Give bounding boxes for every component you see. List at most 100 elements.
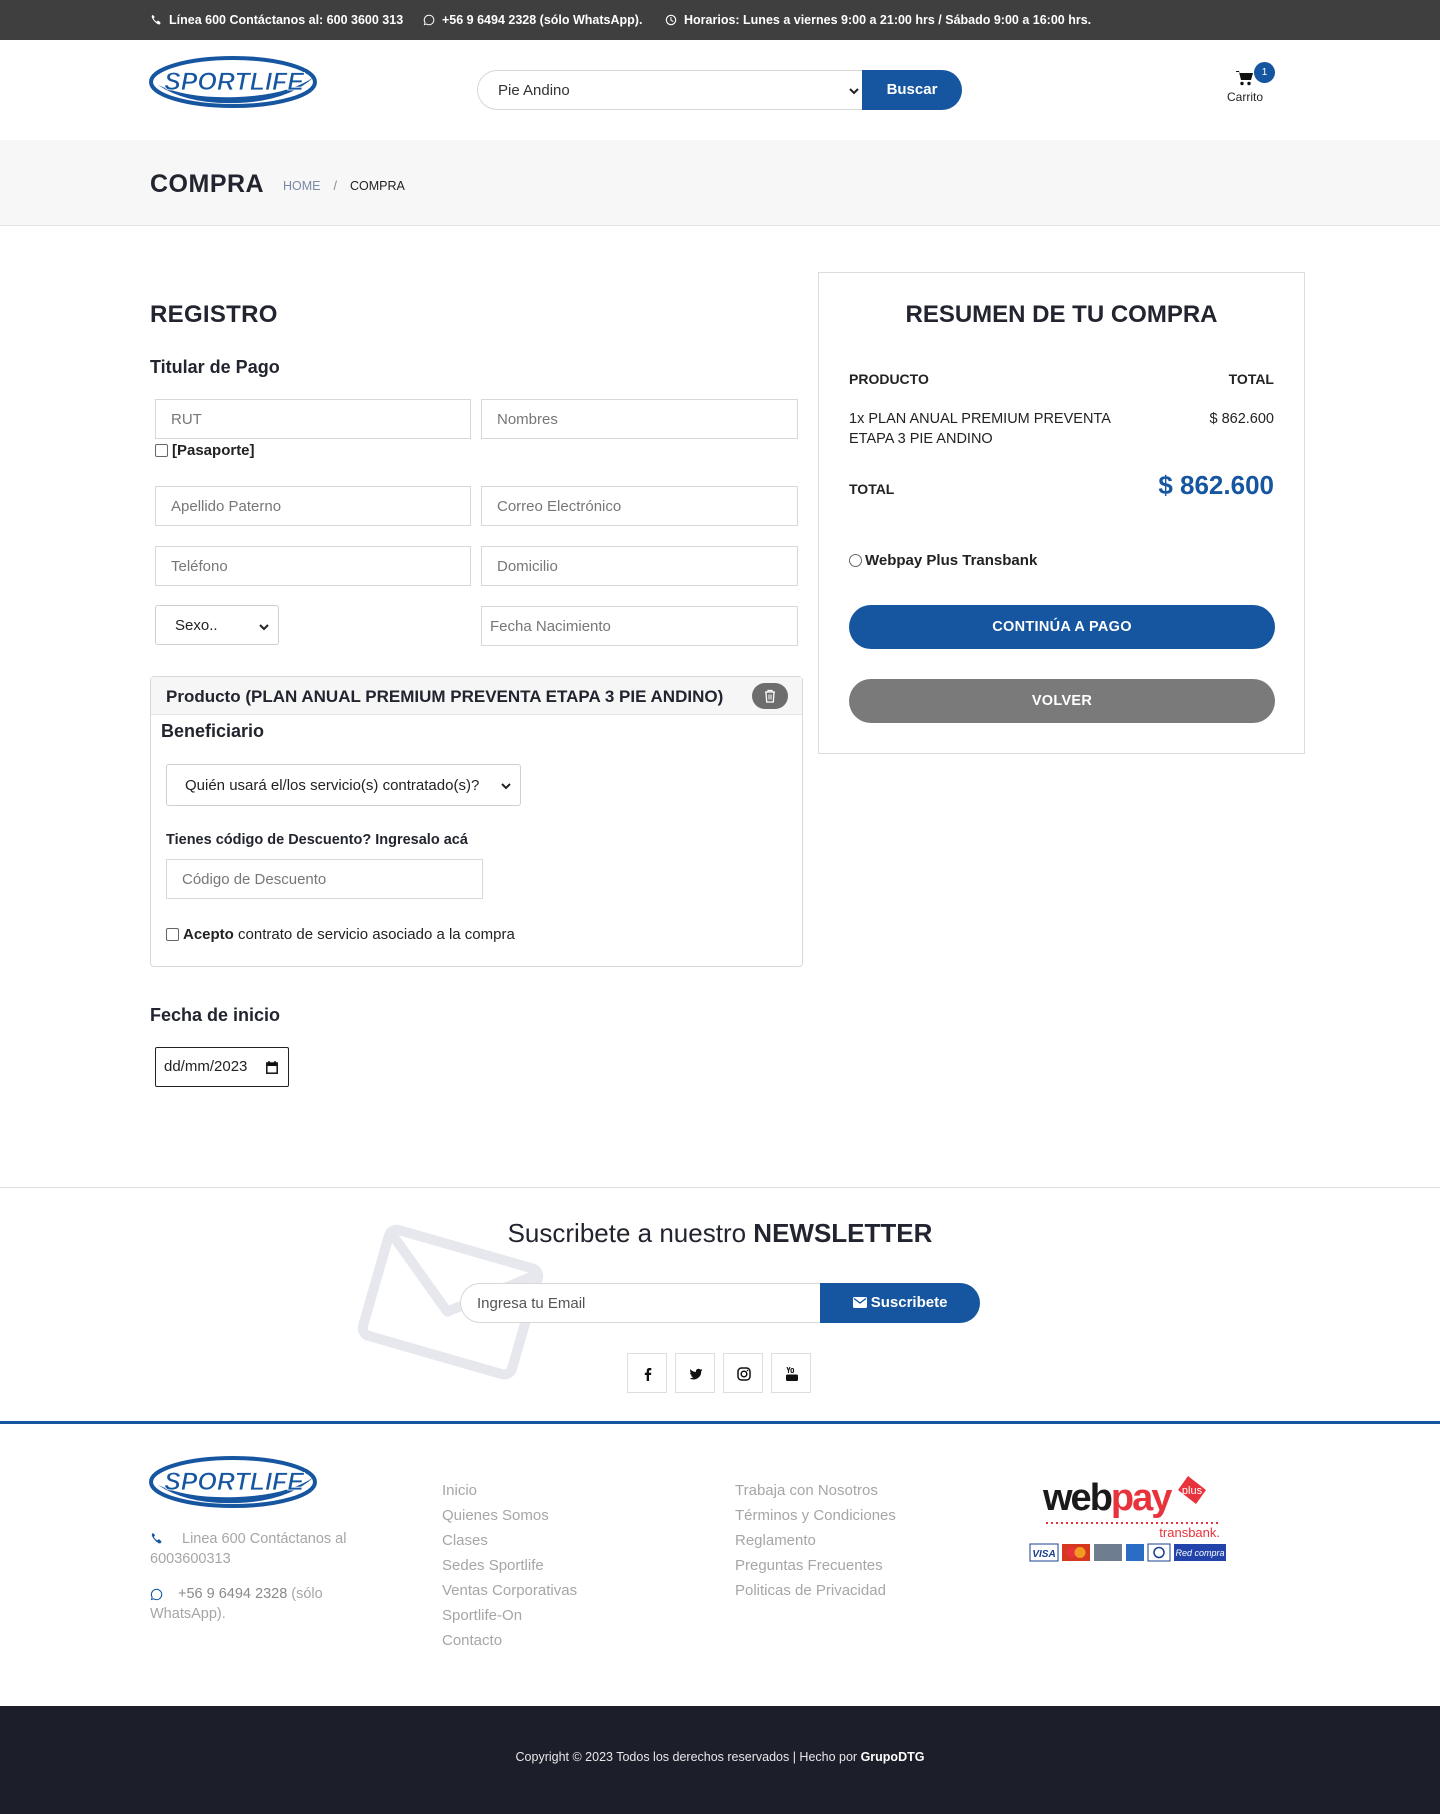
facebook-icon (644, 1368, 652, 1381)
webpay-radio[interactable] (849, 554, 862, 567)
apellido-paterno-input[interactable]: Apellido Paterno (155, 486, 471, 526)
newsletter-title: Suscribete a nuestro NEWSLETTER (0, 1218, 1440, 1249)
cart-label: Carrito (1226, 90, 1263, 104)
footer-sportlife-logo[interactable]: SPORTLIFE (148, 1455, 318, 1509)
cart-button[interactable]: 1 Carrito (1214, 62, 1275, 112)
newsletter-title-bold: NEWSLETTER (753, 1218, 933, 1248)
footer-link-quienes-somos[interactable]: Quienes Somos (442, 1507, 549, 1524)
copyright-author-link[interactable]: GrupoDTG (861, 1750, 925, 1764)
topbar-phone-text: Línea 600 Contáctanos al: 600 3600 313 (169, 13, 404, 27)
footer-link-contacto[interactable]: Contacto (442, 1632, 502, 1649)
beneficiario-select[interactable]: Quién usará el/los servicio(s) contratad… (166, 764, 521, 806)
footer-link-ventas-corporativas[interactable]: Ventas Corporativas (442, 1582, 577, 1599)
chevron-down-icon (849, 88, 859, 95)
footer-link-terminos[interactable]: Términos y Condiciones (735, 1507, 896, 1524)
newsletter-title-regular: Suscribete a nuestro (507, 1218, 754, 1248)
svg-text:Red compra: Red compra (1175, 1548, 1224, 1558)
footer-whatsapp[interactable]: +56 9 6494 2328 (sólo WhatsApp). (150, 1584, 380, 1624)
cart-icon (1236, 71, 1253, 86)
nombres-input[interactable]: Nombres (481, 399, 798, 439)
topbar-hours: Horarios: Lunes a viernes 9:00 a 21:00 h… (665, 13, 1091, 27)
continue-to-payment-button[interactable]: CONTINÚA A PAGO (849, 605, 1275, 649)
sexo-select-value: Sexo.. (175, 617, 218, 634)
accept-bold: Acepto (183, 926, 234, 943)
newsletter-email-input[interactable]: Ingresa tu Email (460, 1283, 820, 1323)
footer-link-sportlife-on[interactable]: Sportlife-On (442, 1607, 522, 1624)
telefono-input[interactable]: Teléfono (155, 546, 471, 586)
sexo-select[interactable]: Sexo.. (155, 605, 279, 645)
footer-link-privacidad[interactable]: Politicas de Privacidad (735, 1582, 886, 1599)
sportlife-logo[interactable]: SPORTLIFE (148, 55, 318, 109)
chevron-down-icon (501, 783, 511, 790)
discount-label: Tienes código de Descuento? Ingresalo ac… (166, 832, 468, 848)
summary-item-line2: ETAPA 3 PIE ANDINO (849, 431, 993, 447)
logo-text: SPORTLIFE (164, 68, 305, 96)
footer-link-sedes[interactable]: Sedes Sportlife (442, 1557, 544, 1574)
footer-phone: Linea 600 Contáctanos al 6003600313 (150, 1529, 380, 1569)
calendar-icon[interactable] (266, 1061, 278, 1074)
newsletter-divider (0, 1187, 1440, 1188)
summary-col-total: TOTAL (1228, 371, 1274, 387)
accept-contract-row[interactable]: Acepto contrato de servicio asociado a l… (166, 926, 515, 943)
webpay-word: webpay (1042, 1477, 1172, 1519)
svg-text:VISA: VISA (1032, 1549, 1055, 1560)
copyright-prefix: Copyright © 2023 Todos los derechos rese… (515, 1750, 861, 1764)
footer-link-trabaja[interactable]: Trabaja con Nosotros (735, 1482, 878, 1499)
subscribe-button[interactable]: Suscribete (820, 1283, 980, 1323)
top-info-bar: Línea 600 Contáctanos al: 600 3600 313 +… (0, 0, 1440, 40)
footer-link-reglamento[interactable]: Reglamento (735, 1532, 816, 1549)
topbar-whatsapp[interactable]: +56 9 6494 2328 (sólo WhatsApp). (423, 13, 642, 27)
facebook-link[interactable] (627, 1353, 667, 1393)
discount-code-input[interactable]: Código de Descuento (166, 859, 483, 899)
search-select[interactable]: Pie Andino (477, 70, 864, 110)
copyright-bar: Copyright © 2023 Todos los derechos rese… (0, 1706, 1440, 1814)
search-button[interactable]: Buscar (862, 70, 962, 110)
footer-top-rule (0, 1421, 1440, 1424)
fecha-nacimiento-input[interactable]: Fecha Nacimiento (481, 606, 798, 646)
phone-icon (151, 14, 161, 25)
fecha-inicio-title: Fecha de inicio (150, 1005, 281, 1025)
back-button[interactable]: VOLVER (849, 679, 1275, 723)
correo-input[interactable]: Correo Electrónico (481, 486, 798, 526)
fecha-inicio-input[interactable]: dd/mm/2023 (155, 1047, 289, 1087)
webpay-plus-text: plus (1182, 1485, 1203, 1497)
topbar-phone: Línea 600 Contáctanos al: 600 3600 313 (150, 13, 403, 27)
breadcrumb-separator: / (333, 179, 337, 193)
rut-input[interactable]: RUT (155, 399, 471, 439)
twitter-icon (689, 1368, 703, 1380)
pasaporte-checkbox-row[interactable]: [Pasaporte] (155, 442, 255, 459)
breadcrumb-current: COMPRA (349, 179, 405, 193)
remove-product-button[interactable] (752, 683, 788, 709)
product-card: Producto (PLAN ANUAL PREMIUM PREVENTA ET… (150, 676, 803, 967)
breadcrumb-home-link[interactable]: HOME (283, 179, 321, 193)
summary-col-product: PRODUCTO (849, 371, 929, 387)
footer-phone-line1: Linea 600 Contáctanos al (182, 1531, 347, 1547)
trash-icon (765, 689, 775, 703)
footer-link-inicio[interactable]: Inicio (442, 1482, 477, 1499)
twitter-link[interactable] (675, 1353, 715, 1393)
order-summary-panel: RESUMEN DE TU COMPRA PRODUCTO TOTAL 1x P… (818, 272, 1305, 754)
footer-link-clases[interactable]: Clases (442, 1532, 488, 1549)
topbar-hours-text: Horarios: Lunes a viernes 9:00 a 21:00 h… (684, 13, 1092, 27)
instagram-link[interactable] (723, 1353, 763, 1393)
domicilio-input[interactable]: Domicilio (481, 546, 798, 586)
copyright-text: Copyright © 2023 Todos los derechos rese… (0, 1750, 1440, 1764)
webpay-option[interactable]: Webpay Plus Transbank (849, 552, 1037, 569)
pasaporte-checkbox[interactable] (155, 444, 168, 457)
accept-contract-checkbox[interactable] (166, 928, 179, 941)
topbar-whatsapp-text: +56 9 6494 2328 (sólo WhatsApp). (442, 13, 643, 27)
footer-logo-text: SPORTLIFE (164, 1468, 305, 1496)
summary-item-price: $ 862.600 (1209, 411, 1274, 427)
summary-item-line1: 1x PLAN ANUAL PREMIUM PREVENTA (849, 411, 1111, 427)
summary-total-value: $ 862.600 (1158, 470, 1274, 500)
instagram-icon (737, 1367, 751, 1381)
footer-link-preguntas[interactable]: Preguntas Frecuentes (735, 1557, 883, 1574)
youtube-link[interactable] (771, 1353, 811, 1393)
summary-item-name: 1x PLAN ANUAL PREMIUM PREVENTA ETAPA 3 P… (849, 409, 1111, 449)
titular-de-pago-title: Titular de Pago (150, 357, 280, 377)
footer-phone-line2: 6003600313 (150, 1551, 231, 1567)
pasaporte-label: [Pasaporte] (172, 442, 255, 459)
footer-wa-line2: WhatsApp). (150, 1606, 226, 1622)
subscribe-button-label: Suscribete (870, 1294, 948, 1311)
page-title: COMPRA (150, 170, 265, 198)
